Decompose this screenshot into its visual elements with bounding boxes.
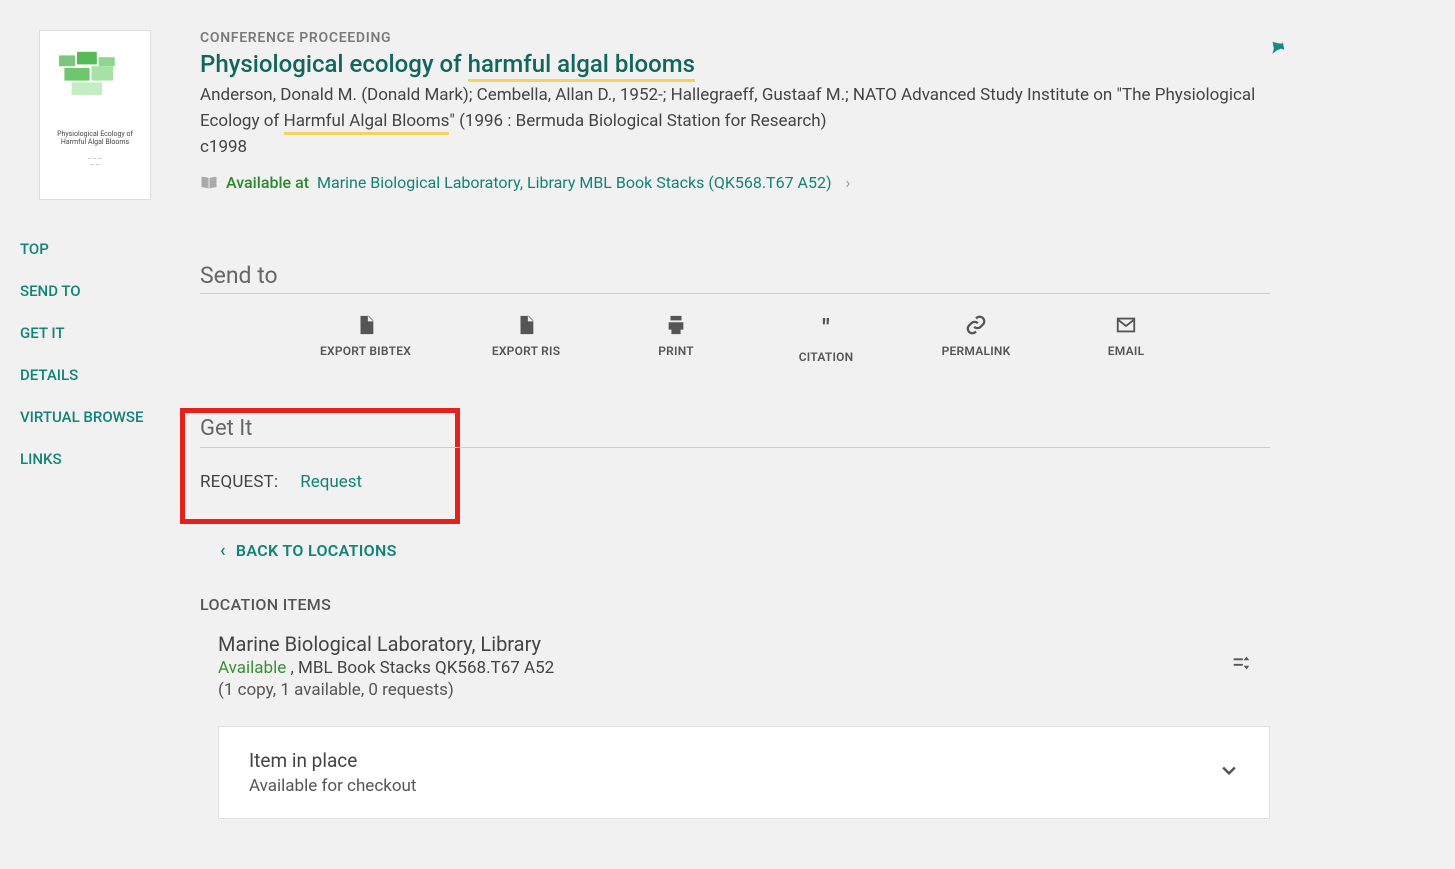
location-block: Marine Biological Laboratory, Library Av… — [218, 632, 1270, 700]
permalink-button[interactable]: PERMALINK — [941, 314, 1011, 364]
record-title[interactable]: Physiological ecology of harmful algal b… — [200, 50, 1270, 78]
file-icon — [515, 314, 537, 336]
section-nav: TOP SEND TO GET IT DETAILS VIRTUAL BROWS… — [20, 240, 170, 468]
nav-getit[interactable]: GET IT — [20, 324, 170, 342]
location-shelf: , MBL Book Stacks QK568.T67 A52 — [290, 658, 554, 678]
quote-icon: " — [822, 314, 830, 342]
availability-row[interactable]: Available at Marine Biological Laborator… — [200, 173, 1270, 192]
nav-details[interactable]: DETAILS — [20, 366, 170, 384]
chevron-down-icon — [1219, 760, 1239, 785]
chevron-right-icon: › — [846, 173, 851, 192]
print-button[interactable]: PRINT — [641, 314, 711, 364]
thumb-meta: — — —— — — [88, 156, 102, 168]
record-authors: Anderson, Donald M. (Donald Mark); Cembe… — [200, 82, 1270, 135]
email-icon — [1115, 314, 1137, 336]
availability-status: Available at — [226, 173, 309, 192]
location-copies: (1 copy, 1 available, 0 requests) — [218, 680, 1270, 700]
request-label: REQUEST: — [200, 472, 278, 492]
library-name: Marine Biological Laboratory, Library — [218, 632, 1270, 656]
thumb-title: Physiological Ecology of Harmful Algal B… — [46, 131, 144, 146]
cover-art — [50, 47, 140, 107]
cover-thumbnail[interactable]: Physiological Ecology of Harmful Algal B… — [39, 30, 151, 200]
book-icon — [200, 174, 218, 190]
item-card[interactable]: Item in place Available for checkout — [218, 726, 1270, 819]
sort-icon[interactable] — [1230, 652, 1252, 678]
chevron-left-icon: ‹ — [220, 540, 226, 561]
availability-location-link[interactable]: Marine Biological Laboratory, Library MB… — [317, 173, 832, 192]
link-icon — [965, 314, 987, 336]
back-to-locations-link[interactable]: ‹ BACK TO LOCATIONS — [220, 540, 397, 561]
record-type: CONFERENCE PROCEEDING — [200, 30, 1270, 46]
item-availability: Available for checkout — [249, 776, 416, 796]
email-button[interactable]: EMAIL — [1091, 314, 1161, 364]
request-link[interactable]: Request — [300, 472, 362, 492]
record-year: c1998 — [200, 137, 1270, 157]
getit-section: Get It REQUEST: Request — [200, 416, 1270, 492]
nav-links[interactable]: LINKS — [20, 450, 170, 468]
getit-header: Get It — [200, 416, 1270, 448]
nav-virtual-browse[interactable]: VIRTUAL BROWSE — [20, 408, 170, 426]
location-status: Available — [218, 658, 286, 678]
file-icon — [355, 314, 377, 336]
nav-sendto[interactable]: SEND TO — [20, 282, 170, 300]
sendto-actions: EXPORT BIBTEX EXPORT RIS PRINT " CITATIO… — [200, 314, 1270, 364]
nav-top[interactable]: TOP — [20, 240, 170, 258]
citation-button[interactable]: " CITATION — [791, 314, 861, 364]
item-status: Item in place — [249, 749, 416, 772]
print-icon — [665, 314, 687, 336]
location-items-header: LOCATION ITEMS — [200, 595, 1270, 614]
export-bibtex-button[interactable]: EXPORT BIBTEX — [320, 314, 411, 364]
sendto-header: Send to — [200, 262, 1270, 294]
export-ris-button[interactable]: EXPORT RIS — [491, 314, 561, 364]
